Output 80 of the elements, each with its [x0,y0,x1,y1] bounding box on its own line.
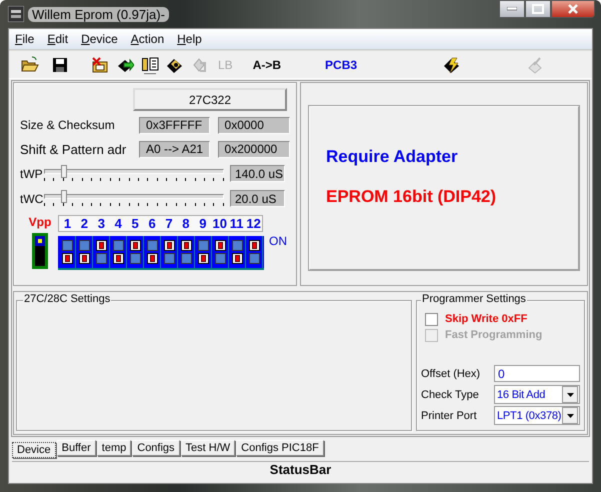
dropdown[interactable]: 16 Bit Add [494,385,580,404]
minimize-button[interactable] [499,0,525,18]
switch-number: 1 [62,216,72,231]
switch-number: 8 [181,216,191,231]
field-label: Check Type [421,388,480,400]
dip-switch[interactable] [93,236,110,268]
switch-number: 6 [147,216,157,231]
adapter-package: EPROM 16bit (DIP42) [326,187,498,207]
value-field: 0x200000 [218,140,290,158]
input-field[interactable]: 0 [494,365,580,382]
window-title: Willem Eprom (0.97ja)- [28,6,169,22]
switch-number: 5 [130,216,140,231]
switch-number: 3 [96,216,106,231]
folder-icon[interactable] [21,56,39,74]
toolbar-button[interactable]: A->B [252,58,282,72]
app-icon [8,6,24,22]
tab[interactable]: Configs PIC18F [236,440,324,456]
dip-switch[interactable] [195,236,212,268]
floppy-icon[interactable] [51,56,69,74]
tab[interactable]: Configs [132,440,180,456]
checkbox-label: Skip Write 0xFF [445,313,528,325]
dip-switch[interactable] [178,236,195,268]
tab[interactable]: temp [96,440,132,456]
group-title: Programmer Settings [421,293,527,305]
device-button[interactable]: 27C322 [133,88,287,111]
caret-icon [566,414,574,418]
slider[interactable] [44,164,224,184]
switch-number: 11 [228,216,245,231]
switch-number: 10 [212,216,228,231]
group-title: 27C/28C Settings [23,293,112,305]
slider-reading: 20.0 uS [230,190,285,207]
dropdown[interactable]: LPT1 (0x378) [494,406,580,425]
dip-switch[interactable] [144,236,161,268]
value-field: A0 --> A21 [139,140,210,158]
value-field: 0x3FFFFF [139,116,210,134]
switch-number: 12 [245,216,262,231]
tab[interactable]: Test H/W [180,440,236,456]
minimize-icon [507,7,517,11]
dip-switch[interactable] [59,236,76,268]
slider[interactable] [44,188,224,208]
field-label: Size & Checksum [20,118,116,132]
maximize-button[interactable] [525,0,551,18]
slider-reading: 140.0 uS [230,165,285,182]
field-label: Printer Port [421,410,478,422]
caret-icon [566,392,574,396]
on-label: ON [269,234,287,248]
lightning-chip-icon[interactable] [443,56,462,74]
switch-number: 2 [80,216,89,231]
dip-switch[interactable] [229,236,246,268]
slider-label: tWP [20,166,44,180]
value-field: 0x0000 [218,116,290,134]
status-bar: StatusBar [12,461,589,478]
tab[interactable]: Buffer [56,440,96,456]
close-icon [567,4,579,14]
checkbox-label: Fast Programming [445,329,542,341]
dip-switch[interactable] [110,236,127,268]
field-label: Offset (Hex) [421,368,482,380]
close-button[interactable] [551,0,595,18]
menu-item[interactable]: Action [130,32,164,46]
tab[interactable]: Device [12,442,56,458]
menu-item[interactable]: Edit [47,32,68,46]
switch-number: 4 [114,216,123,231]
menu-item[interactable]: Help [177,32,202,46]
slider-label: tWC [20,192,44,206]
adapter-heading: Require Adapter [326,147,459,167]
dip-switch[interactable] [127,236,144,268]
jumper-icon [32,233,48,269]
field-label: Shift & Pattern adr [20,142,128,156]
switch-number: 7 [164,216,174,231]
vpp-label: Vpp [28,215,52,229]
menu-item[interactable]: Device [81,32,118,46]
toolbar-button[interactable]: PCB3 [325,58,358,72]
dip-switch[interactable] [212,236,229,268]
maximize-icon [532,4,544,14]
menu-item[interactable]: File [15,32,34,46]
switch-number: 9 [198,216,208,231]
dip-switch[interactable] [161,236,178,268]
dip-switch[interactable] [76,236,93,268]
checkbox[interactable] [425,312,438,326]
dip-switch[interactable] [246,236,263,268]
